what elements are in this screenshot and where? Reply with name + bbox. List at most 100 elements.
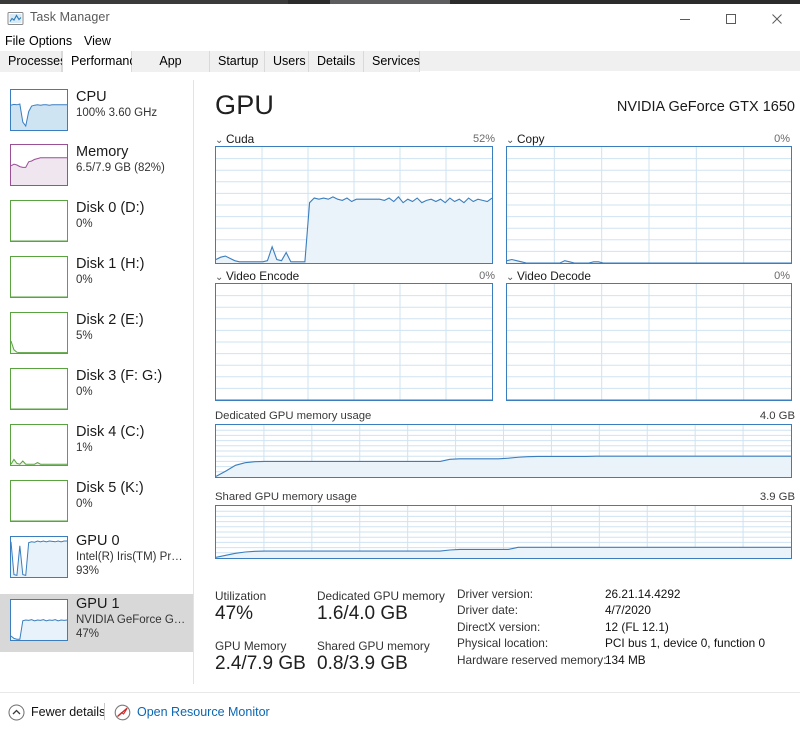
- sidebar-item-usage: 93%: [76, 565, 100, 577]
- gpu-detail-pane: GPU NVIDIA GeForce GTX 1650 ⌄ Cuda 52% ⌄ Cop…: [194, 72, 800, 692]
- tab-users[interactable]: Users: [265, 51, 309, 72]
- sidebar-item-text: Disk 1 (H:) 0%: [76, 256, 189, 287]
- memory-usage-chart: [215, 505, 792, 559]
- stat-value-dedicated-gpu-memory: 1.6/4.0 GB: [317, 603, 408, 624]
- sidebar-item-gpu-0[interactable]: GPU 0 Intel(R) Iris(TM) Pr… 93%: [0, 531, 193, 589]
- sidebar-item-disk-2-e[interactable]: Disk 2 (E:) 5%: [0, 307, 193, 359]
- engine-chart-cuda: [215, 146, 493, 264]
- sidebar-item-disk-3-f-g[interactable]: Disk 3 (F: G:) 0%: [0, 363, 193, 415]
- stat-value-utilization: 47%: [215, 603, 254, 624]
- info-value-driver-version: 26.21.14.4292: [605, 587, 681, 601]
- sidebar-thumbnail-graph: [10, 200, 68, 242]
- engine-chart-copy: [506, 146, 792, 264]
- sidebar-item-detail: 0%: [76, 498, 93, 510]
- sidebar-item-cpu[interactable]: CPU 100% 3.60 GHz: [0, 84, 193, 136]
- memory-graph-caption: Shared GPU memory usage: [215, 491, 357, 503]
- sidebar-item-memory[interactable]: Memory 6.5/7.9 GB (82%): [0, 139, 193, 191]
- sidebar-item-label: CPU: [76, 89, 107, 105]
- engine-label-text: Copy: [517, 132, 545, 146]
- engine-label-text: Cuda: [226, 132, 255, 146]
- title-bar: Task Manager: [0, 4, 800, 33]
- sidebar-item-detail: 5%: [76, 330, 93, 342]
- sidebar-thumbnail-graph: [10, 312, 68, 354]
- minimize-button[interactable]: [662, 4, 708, 33]
- engine-chart-video-encode: [215, 283, 493, 401]
- info-label-directx-version: DirectX version:: [457, 619, 541, 634]
- menu-item-file[interactable]: File: [5, 31, 25, 51]
- sidebar-item-gpu-1[interactable]: GPU 1 NVIDIA GeForce G… 47%: [0, 594, 193, 652]
- info-label-driver-date: Driver date:: [457, 603, 518, 618]
- page-title: GPU: [215, 90, 275, 120]
- fewer-details-label: Fewer details: [31, 705, 106, 719]
- engine-value-video-encode: 0%: [479, 270, 495, 282]
- maximize-button[interactable]: [708, 4, 754, 33]
- engine-label-text: Video Encode: [226, 269, 300, 283]
- engine-chart-video-decode: [506, 283, 792, 401]
- sidebar-item-text: Disk 0 (D:) 0%: [76, 200, 189, 231]
- sidebar-thumbnail-graph: [10, 89, 68, 131]
- engine-label-video-decode[interactable]: ⌄ Video Decode: [506, 269, 591, 283]
- stat-label-shared-gpu-memory: Shared GPU memory: [317, 639, 430, 653]
- engine-label-copy[interactable]: ⌄ Copy: [506, 132, 545, 146]
- sidebar-thumbnail-graph: [10, 424, 68, 466]
- tab-performance[interactable]: Performance: [62, 51, 143, 72]
- sidebar-item-label: Disk 5 (K:): [76, 480, 144, 496]
- sidebar-thumbnail-graph: [10, 536, 68, 578]
- task-manager-window: Task Manager File Options View Processes…: [0, 0, 800, 733]
- tab-startup[interactable]: Startup: [210, 51, 265, 72]
- tab-processes[interactable]: Processes: [0, 51, 66, 72]
- sidebar-item-label: GPU 1: [76, 596, 120, 612]
- sidebar-item-label: Disk 0 (D:): [76, 200, 145, 216]
- gpu-device-name: NVIDIA GeForce GTX 1650: [616, 99, 795, 115]
- tab-details[interactable]: Details: [309, 51, 364, 72]
- info-value-hardware-reserved-memory: 134 MB: [605, 652, 646, 667]
- engine-label-video-encode[interactable]: ⌄ Video Encode: [215, 269, 299, 283]
- engine-label-text: Video Decode: [517, 269, 591, 283]
- tab-bar: ProcessesPerformanceApp historyStartupUs…: [0, 51, 800, 89]
- sidebar-thumbnail-graph: [10, 368, 68, 410]
- chevron-up-circle-icon: [8, 704, 25, 720]
- chevron-down-icon: ⌄: [215, 135, 224, 146]
- sidebar-item-detail: 100% 3.60 GHz: [76, 107, 158, 119]
- sidebar-item-disk-5-k[interactable]: Disk 5 (K:) 0%: [0, 475, 193, 527]
- sidebar-item-disk-4-c[interactable]: Disk 4 (C:) 1%: [0, 419, 193, 471]
- sidebar-item-disk-1-h[interactable]: Disk 1 (H:) 0%: [0, 251, 193, 303]
- stat-label-dedicated-gpu-memory: Dedicated GPU memory: [317, 589, 445, 603]
- chevron-down-icon: ⌄: [215, 272, 224, 283]
- sidebar-item-label: Memory: [76, 144, 129, 160]
- task-manager-icon: [7, 10, 24, 27]
- sidebar-item-text: CPU 100% 3.60 GHz: [76, 89, 189, 120]
- sidebar-thumbnail-graph: [10, 144, 68, 186]
- info-value-physical-location: PCI bus 1, device 0, function 0: [605, 636, 766, 651]
- sidebar-item-detail: NVIDIA GeForce G…: [76, 614, 186, 626]
- stat-value-shared-gpu-memory: 0.8/3.9 GB: [317, 653, 408, 674]
- sidebar-item-text: GPU 1 NVIDIA GeForce G… 47%: [76, 596, 189, 641]
- sidebar-item-label: Disk 3 (F: G:): [76, 368, 163, 384]
- sidebar-item-text: Disk 2 (E:) 5%: [76, 312, 189, 343]
- sidebar-item-text: Disk 3 (F: G:) 0%: [76, 368, 189, 399]
- info-value-directx-version: 12 (FL 12.1): [605, 619, 669, 634]
- info-label-driver-version: Driver version:: [457, 587, 534, 601]
- memory-graph-max: 3.9 GB: [759, 491, 795, 503]
- open-resource-monitor-label: Open Resource Monitor: [137, 705, 270, 719]
- info-value-driver-date: 4/7/2020: [605, 603, 651, 618]
- engine-value-copy: 0%: [774, 133, 790, 145]
- info-label-hardware-reserved-memory: Hardware reserved memory:: [457, 652, 607, 667]
- open-resource-monitor-link[interactable]: Open Resource Monitor: [114, 702, 270, 722]
- sidebar-item-text: Disk 5 (K:) 0%: [76, 480, 189, 511]
- memory-usage-chart: [215, 424, 792, 478]
- engine-value-video-decode: 0%: [774, 270, 790, 282]
- tab-services[interactable]: Services: [364, 51, 420, 72]
- sidebar-item-disk-0-d[interactable]: Disk 0 (D:) 0%: [0, 195, 193, 247]
- sidebar-item-text: Disk 4 (C:) 1%: [76, 424, 189, 455]
- engine-label-cuda[interactable]: ⌄ Cuda: [215, 132, 254, 146]
- menu-item-view[interactable]: View: [84, 31, 111, 51]
- resource-sidebar[interactable]: CPU 100% 3.60 GHz Memory 6.5/7.9 GB (82%) Di…: [0, 72, 193, 692]
- resource-monitor-icon: [114, 704, 131, 720]
- fewer-details-button[interactable]: Fewer details: [8, 702, 105, 722]
- menu-item-options[interactable]: Options: [29, 31, 72, 51]
- sidebar-item-detail: 0%: [76, 386, 93, 398]
- footer-separator: [104, 703, 105, 720]
- tab-app-history[interactable]: App history: [132, 51, 210, 89]
- close-button[interactable]: [754, 4, 800, 33]
